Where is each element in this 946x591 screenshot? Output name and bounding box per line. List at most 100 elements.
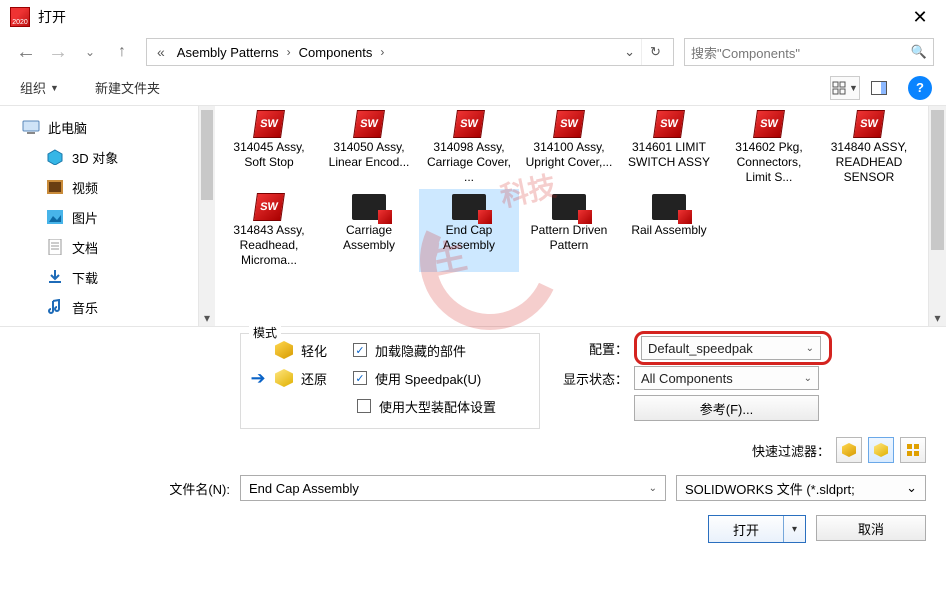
display-state-combo[interactable]: All Components ⌄ <box>634 366 819 390</box>
nav-tree: 此电脑 3D 对象 视频 图片 文档 下载 音乐 <box>0 106 198 326</box>
nav-recent-button[interactable]: ⌄ <box>76 38 104 66</box>
window-title: 打开 <box>38 7 66 27</box>
nav-downloads[interactable]: 下载 <box>0 262 198 292</box>
file-label: 314050 Assy, Linear Encod... <box>323 140 415 170</box>
addr-overflow-icon: « <box>151 44 171 60</box>
open-split-dropdown[interactable]: ▾ <box>783 516 805 542</box>
file-label: Rail Assembly <box>623 223 715 238</box>
app-icon <box>10 7 30 27</box>
checkbox-load-hidden[interactable]: ✓ <box>353 343 367 357</box>
nav-label: 视频 <box>72 178 98 197</box>
file-item[interactable]: SW314045 Assy, Soft Stop <box>219 106 319 189</box>
checkbox-large-assembly[interactable] <box>357 399 371 413</box>
download-icon <box>46 268 64 286</box>
arrow-right-icon: ➔ <box>249 368 267 389</box>
mode-restore-label[interactable]: 还原 <box>301 369 327 388</box>
file-label: 314100 Assy, Upright Cover,... <box>523 140 615 170</box>
sw-file-icon: SW <box>723 108 815 140</box>
references-button[interactable]: 参考(F)... <box>634 395 819 421</box>
mode-legend: 模式 <box>249 324 281 341</box>
file-item[interactable]: End Cap Assembly <box>419 189 519 272</box>
filetype-combo[interactable]: SOLIDWORKS 文件 (*.sldprt; ⌄ <box>676 475 926 501</box>
filename-input[interactable]: End Cap Assembly ⌄ <box>240 475 666 501</box>
filegrid-scrollbar[interactable]: ▴ ▾ <box>928 106 946 326</box>
file-label: End Cap Assembly <box>423 223 515 253</box>
file-grid[interactable]: SW314045 Assy, Soft StopSW314050 Assy, L… <box>215 106 928 326</box>
file-label: Pattern Driven Pattern <box>523 223 615 253</box>
nav-this-pc[interactable]: 此电脑 <box>0 112 198 142</box>
config-combo[interactable]: Default_speedpak ⌄ <box>641 336 821 360</box>
cancel-button[interactable]: 取消 <box>816 515 926 541</box>
file-label: 314602 Pkg, Connectors, Limit S... <box>723 140 815 185</box>
mode-light-label[interactable]: 轻化 <box>301 341 327 360</box>
checkbox-use-speedpak[interactable]: ✓ <box>353 371 367 385</box>
file-item[interactable]: SW314601 LIMIT SWITCH ASSY <box>619 106 719 189</box>
assembly-file-icon <box>423 191 515 223</box>
file-item[interactable]: SW314602 Pkg, Connectors, Limit S... <box>719 106 819 189</box>
preview-pane-button[interactable] <box>864 76 894 100</box>
addr-seg-2[interactable]: Components <box>293 39 379 65</box>
chk-hidden-label: 加载隐藏的部件 <box>375 341 466 360</box>
file-item[interactable]: Carriage Assembly <box>319 189 419 272</box>
document-icon <box>46 238 64 256</box>
filter-parts-button[interactable] <box>836 437 862 463</box>
close-button[interactable]: ✕ <box>898 0 942 34</box>
help-button[interactable]: ? <box>908 76 932 100</box>
file-item[interactable]: Pattern Driven Pattern <box>519 189 619 272</box>
pc-icon <box>22 118 40 136</box>
chevron-down-icon: ▼ <box>50 83 59 93</box>
new-folder-button[interactable]: 新建文件夹 <box>89 74 166 101</box>
search-input[interactable]: 搜索"Components" 🔍 <box>684 38 934 66</box>
display-state-label: 显示状态： <box>558 369 628 388</box>
chk-speedpak-label: 使用 Speedpak(U) <box>375 369 481 388</box>
scroll-thumb[interactable] <box>931 110 944 250</box>
cube-icon <box>275 341 293 359</box>
open-label: 打开 <box>733 520 759 539</box>
references-label: 参考(F)... <box>700 399 753 418</box>
scroll-thumb[interactable] <box>201 110 213 200</box>
file-label: 314601 LIMIT SWITCH ASSY <box>623 140 715 170</box>
scroll-down-icon: ▾ <box>929 310 946 326</box>
nav-videos[interactable]: 视频 <box>0 172 198 202</box>
assembly-file-icon <box>523 191 615 223</box>
scroll-down-icon: ▾ <box>199 310 215 326</box>
nav-label: 3D 对象 <box>72 148 118 167</box>
nav-label: 文档 <box>72 238 98 257</box>
sw-file-icon: SW <box>223 108 315 140</box>
sw-file-icon: SW <box>623 108 715 140</box>
nav-documents[interactable]: 文档 <box>0 232 198 262</box>
open-button[interactable]: 打开 ▾ <box>708 515 806 543</box>
nav-3d-objects[interactable]: 3D 对象 <box>0 142 198 172</box>
refresh-button[interactable]: ↻ <box>641 39 669 65</box>
file-item[interactable]: SW314100 Assy, Upright Cover,... <box>519 106 619 189</box>
file-label: 314098 Assy, Carriage Cover, ... <box>423 140 515 185</box>
nav-back-button[interactable]: ← <box>12 38 40 66</box>
file-item[interactable]: Rail Assembly <box>619 189 719 272</box>
addr-dropdown-icon[interactable]: ⌄ <box>618 44 641 60</box>
addr-seg-1[interactable]: Asembly Patterns <box>171 39 285 65</box>
sw-file-icon: SW <box>423 108 515 140</box>
nav-label: 图片 <box>72 208 98 227</box>
nav-up-button[interactable]: ↑ <box>108 38 136 66</box>
picture-icon <box>46 208 64 226</box>
organize-button[interactable]: 组织 ▼ <box>14 74 65 101</box>
file-label: 314045 Assy, Soft Stop <box>223 140 315 170</box>
music-icon <box>46 298 64 316</box>
filter-toplevel-button[interactable] <box>900 437 926 463</box>
search-icon: 🔍 <box>911 44 927 60</box>
nav-music[interactable]: 音乐 <box>0 292 198 322</box>
file-item[interactable]: SW314843 Assy, Readhead, Microma... <box>219 189 319 272</box>
file-item[interactable]: SW314098 Assy, Carriage Cover, ... <box>419 106 519 189</box>
preview-pane-icon <box>871 81 887 95</box>
sidebar-scrollbar[interactable]: ▴ ▾ <box>198 106 215 326</box>
file-item[interactable]: SW314050 Assy, Linear Encod... <box>319 106 419 189</box>
film-icon <box>46 178 64 196</box>
view-mode-button[interactable]: ▼ <box>830 76 860 100</box>
file-item[interactable]: SW314840 ASSY, READHEAD SENSOR <box>819 106 919 189</box>
file-label: Carriage Assembly <box>323 223 415 253</box>
filename-label: 文件名(N): <box>0 479 230 498</box>
filter-assemblies-button[interactable] <box>868 437 894 463</box>
nav-forward-button[interactable]: → <box>44 38 72 66</box>
address-bar[interactable]: « Asembly Patterns › Components › ⌄ ↻ <box>146 38 674 66</box>
nav-pictures[interactable]: 图片 <box>0 202 198 232</box>
